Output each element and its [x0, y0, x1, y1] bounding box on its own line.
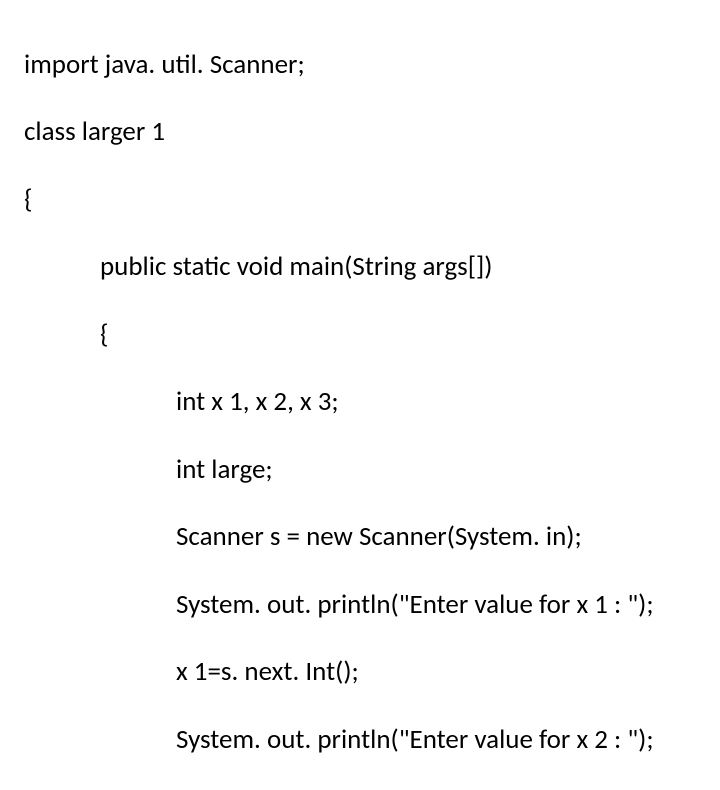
code-slide: import java. util. Scanner; class larger… [0, 0, 720, 790]
code-line: System. out. println("Enter value for x … [24, 588, 720, 622]
code-line: Scanner s = new Scanner(System. in); [24, 520, 720, 554]
code-line: int x 1, x 2, x 3; [24, 385, 720, 419]
code-line: x 1=s. next. Int(); [24, 655, 720, 689]
code-line: int large; [24, 453, 720, 487]
code-line: { [24, 318, 720, 352]
code-line: class larger 1 [24, 115, 720, 149]
code-line: import java. util. Scanner; [24, 48, 720, 82]
code-line: public static void main(String args[]) [24, 250, 720, 284]
code-line: { [24, 183, 720, 217]
code-line: System. out. println("Enter value for x … [24, 723, 720, 757]
